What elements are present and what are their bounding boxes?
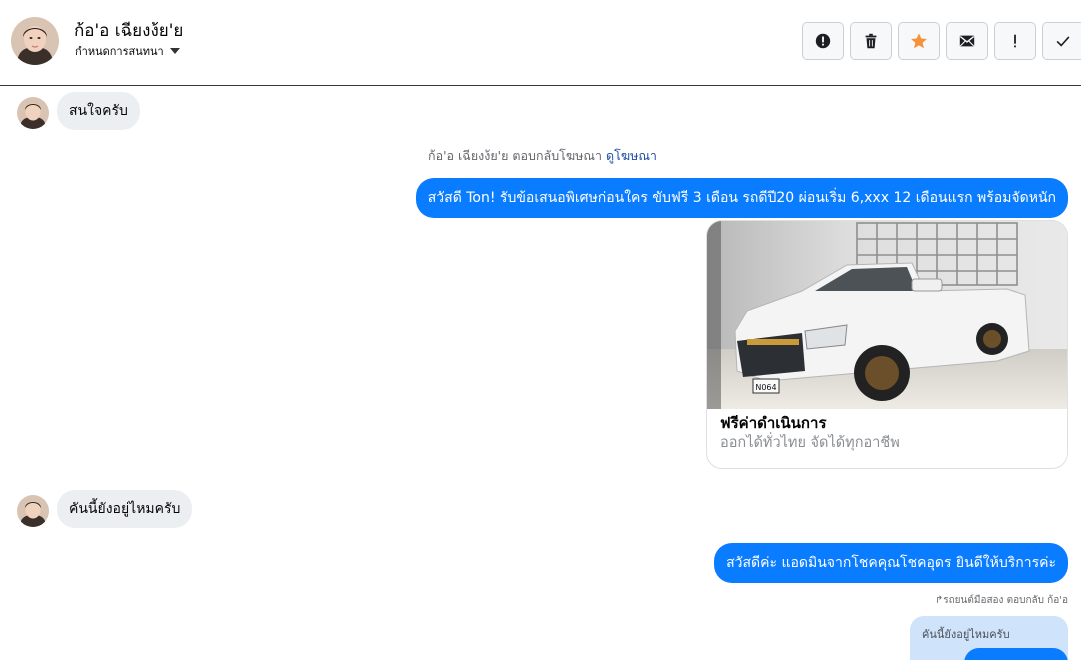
ad-card-subtitle: ออกได้ทั่วไทย จัดได้ทุกอาชีพ [720,435,900,451]
ad-card-image: N064 [707,221,1067,409]
checkmark-icon [1056,36,1069,47]
conversation-settings-dropdown[interactable]: กำหนดการสนทนา [75,42,180,60]
outgoing-message[interactable]: สวัสดีค่ะ แอดมินจากโชคคุณโชคอุดร ยินดีให… [714,543,1068,583]
caret-down-icon [169,48,180,54]
reply-note-text: รถยนต์มือสอง ตอบกลับ ก้อ'อ [943,595,1068,606]
reply-note: ↱รถยนต์มือสอง ตอบกลับ ก้อ'อ [935,593,1068,608]
mark-done-button[interactable] [1042,22,1081,60]
header-action-toolbar [802,22,1081,60]
ad-card[interactable]: N064 ฟรีค่าดำเนินการ ออกได้ทั่วไทย จัดได… [706,220,1068,469]
incoming-message[interactable]: สนใจครับ [57,92,140,130]
outgoing-message[interactable]: สวัสดี Ton! รับข้อเสนอพิเศษก่อนใคร ขับฟร… [415,178,1068,218]
spam-button[interactable] [802,22,844,60]
star-icon [911,33,927,49]
outgoing-message-partial[interactable] [964,648,1068,660]
contact-avatar[interactable] [11,17,59,65]
view-ad-link[interactable]: ดูโฆษณา [606,148,657,163]
contact-name: ก้อ'อ เฉียงง้ย'ย [74,21,184,41]
ad-reply-note-text: ก้อ'อ เฉียงง้ย'ย ตอบกลับโฆษณา [428,148,602,163]
reply-arrow-icon: ↱ [934,595,944,606]
delete-button[interactable] [850,22,892,60]
exclamation-icon [1014,34,1016,48]
ad-reply-note: ก้อ'อ เฉียงง้ย'ย ตอบกลับโฆษณา ดูโฆษณา [0,146,1081,166]
alert-circle-icon [815,33,831,49]
contact-avatar-small[interactable] [17,495,49,527]
trash-icon [865,33,877,49]
incoming-message[interactable]: คันนี้ยังอยู่ไหมครับ [57,490,193,528]
contact-avatar-small[interactable] [17,97,49,129]
follow-up-button[interactable] [994,22,1036,60]
conversation-settings-label: กำหนดการสนทนา [75,45,164,58]
envelope-icon [959,35,975,47]
mark-unread-button[interactable] [946,22,988,60]
license-plate: N064 [755,383,776,392]
star-button[interactable] [898,22,940,60]
conversation-header: ก้อ'อ เฉียงง้ย'ย กำหนดการสนทนา [0,0,1081,86]
